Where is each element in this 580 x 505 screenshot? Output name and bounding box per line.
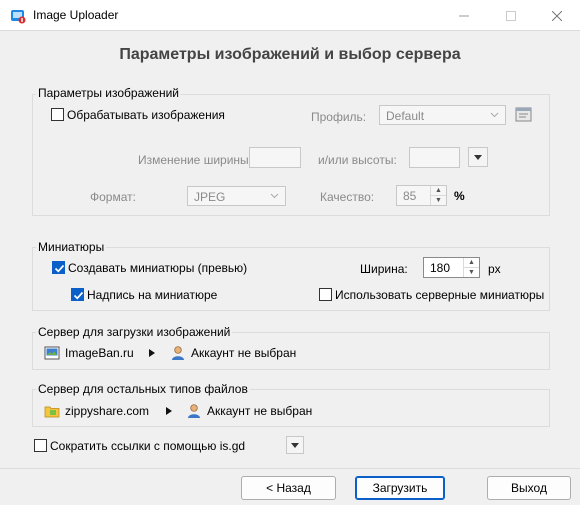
quality-unit: % bbox=[454, 189, 465, 203]
page-header: Параметры изображений и выбор сервера bbox=[0, 32, 580, 82]
window-title: Image Uploader bbox=[33, 8, 119, 22]
minimize-button[interactable] bbox=[441, 0, 487, 31]
close-icon bbox=[552, 10, 562, 21]
upload-button[interactable]: Загрузить bbox=[355, 476, 445, 500]
footer-separator bbox=[0, 468, 580, 469]
create-thumbnails-checkbox[interactable] bbox=[52, 261, 65, 274]
image-server-account[interactable]: Аккаунт не выбран bbox=[170, 345, 296, 361]
maximize-button[interactable] bbox=[488, 0, 534, 31]
image-server-name: ImageBan.ru bbox=[65, 346, 134, 360]
thumb-width-label: Ширина: bbox=[360, 262, 408, 276]
play-arrow-icon[interactable] bbox=[149, 349, 155, 357]
width-change-label: Изменение ширины: bbox=[138, 153, 252, 167]
quality-spin-buttons[interactable]: ▲ ▼ bbox=[430, 186, 446, 205]
shorten-service-button[interactable] bbox=[286, 436, 304, 454]
profile-settings-icon[interactable] bbox=[515, 107, 533, 123]
user-icon bbox=[172, 346, 184, 360]
quality-spinner[interactable]: 85 ▲ ▼ bbox=[396, 185, 447, 206]
thumbnail-caption-label: Надпись на миниатюре bbox=[87, 288, 218, 302]
resize-options-button[interactable] bbox=[468, 147, 488, 167]
profile-value: Default bbox=[386, 109, 425, 123]
spin-down-icon[interactable]: ▼ bbox=[464, 268, 479, 278]
shorten-links-checkbox[interactable] bbox=[34, 439, 47, 452]
image-params-group-title: Параметры изображений bbox=[36, 86, 181, 100]
spin-up-icon[interactable]: ▲ bbox=[431, 186, 446, 196]
server-thumbnails-checkbox[interactable] bbox=[319, 288, 332, 301]
user-icon bbox=[188, 404, 200, 418]
exit-button[interactable]: Выход bbox=[487, 476, 571, 500]
maximize-icon bbox=[506, 10, 516, 21]
file-server-account-label: Аккаунт не выбран bbox=[207, 404, 313, 418]
format-select[interactable]: JPEG bbox=[187, 186, 286, 206]
chevron-down-icon bbox=[490, 112, 499, 118]
process-images-checkbox[interactable] bbox=[51, 108, 64, 121]
imageban-icon bbox=[44, 346, 60, 360]
process-images-label: Обрабатывать изображения bbox=[67, 108, 225, 122]
quality-label: Качество: bbox=[320, 190, 375, 204]
thumb-width-unit: px bbox=[488, 262, 501, 276]
dropdown-arrow-icon bbox=[474, 154, 482, 160]
height-input[interactable] bbox=[409, 147, 460, 168]
minimize-icon bbox=[459, 15, 469, 16]
spin-down-icon[interactable]: ▼ bbox=[431, 196, 446, 206]
image-server-account-label: Аккаунт не выбран bbox=[191, 346, 297, 360]
back-button[interactable]: < Назад bbox=[241, 476, 336, 500]
server-thumbnails-label: Использовать серверные миниатюры bbox=[335, 288, 545, 302]
profile-select[interactable]: Default bbox=[379, 105, 506, 125]
image-server-group-title: Сервер для загрузки изображений bbox=[36, 325, 233, 339]
profile-label: Профиль: bbox=[311, 110, 367, 124]
close-button[interactable] bbox=[534, 0, 580, 31]
thumb-width-spin-buttons[interactable]: ▲ ▼ bbox=[463, 258, 479, 277]
height-label: и/или высоты: bbox=[318, 153, 397, 167]
format-label: Формат: bbox=[90, 190, 136, 204]
format-value: JPEG bbox=[194, 190, 226, 204]
app-icon bbox=[11, 10, 26, 24]
title-bar: Image Uploader bbox=[0, 0, 580, 31]
create-thumbnails-label: Создавать миниатюры (превью) bbox=[68, 261, 248, 275]
file-server-selector[interactable]: zippyshare.com bbox=[44, 403, 149, 419]
width-input[interactable] bbox=[249, 147, 301, 168]
file-server-group-title: Сервер для остальных типов файлов bbox=[36, 382, 250, 396]
file-server-name: zippyshare.com bbox=[65, 404, 150, 418]
spin-up-icon[interactable]: ▲ bbox=[464, 258, 479, 268]
chevron-down-icon bbox=[270, 193, 279, 199]
shorten-links-label: Сократить ссылки с помощью is.gd bbox=[50, 439, 246, 453]
thumb-width-spinner[interactable]: 180 ▲ ▼ bbox=[423, 257, 480, 278]
quality-value: 85 bbox=[403, 189, 417, 203]
play-arrow-icon[interactable] bbox=[166, 407, 172, 415]
file-server-account[interactable]: Аккаунт не выбран bbox=[186, 403, 312, 419]
zippyshare-icon bbox=[44, 406, 60, 418]
thumbnail-caption-checkbox[interactable] bbox=[71, 288, 84, 301]
page-title: Параметры изображений и выбор сервера bbox=[119, 46, 461, 63]
thumbnails-group-title: Миниатюры bbox=[36, 240, 107, 254]
image-server-selector[interactable]: ImageBan.ru bbox=[44, 345, 134, 361]
thumb-width-value: 180 bbox=[430, 261, 451, 275]
dropdown-arrow-icon bbox=[291, 442, 299, 448]
checkmark-icon bbox=[54, 264, 65, 273]
checkmark-icon bbox=[73, 291, 84, 300]
